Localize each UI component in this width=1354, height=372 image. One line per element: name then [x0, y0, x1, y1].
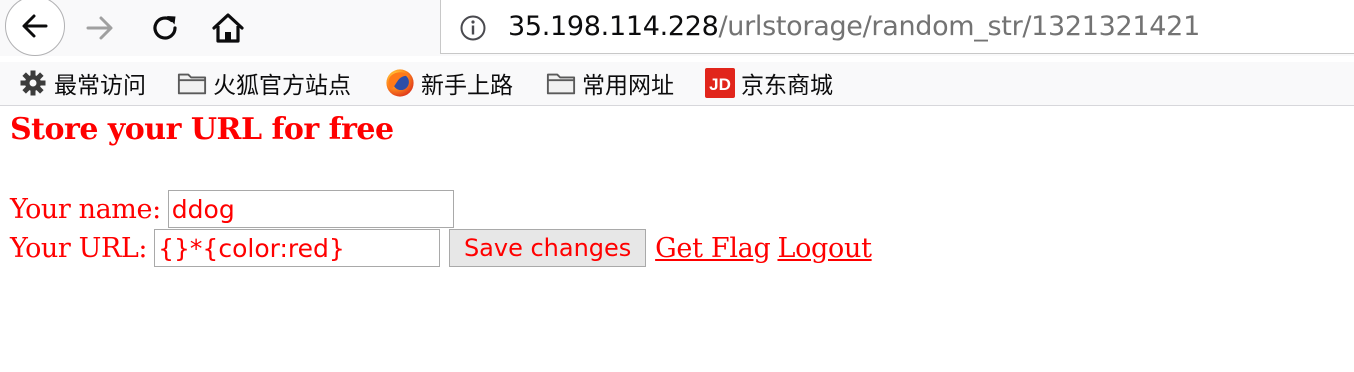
logout-link[interactable]: Logout	[777, 233, 871, 264]
bookmark-getting-started[interactable]: 新手上路	[385, 66, 513, 100]
home-icon	[212, 13, 244, 43]
name-label: Your name:	[10, 193, 161, 225]
name-input[interactable]	[167, 190, 454, 228]
url-host: 35.198.114.228	[508, 11, 719, 42]
bookmark-label: 火狐官方站点	[213, 73, 351, 99]
firefox-icon	[385, 68, 415, 98]
back-button[interactable]	[4, 0, 66, 56]
folder-icon	[177, 68, 207, 98]
url-path: /urlstorage/random_str/1321321421	[718, 11, 1201, 42]
url-label: Your URL:	[10, 232, 148, 264]
url-input[interactable]	[154, 229, 441, 267]
jd-icon: JD	[705, 68, 735, 98]
gear-icon	[18, 68, 48, 98]
page-content: Store your URL for free Your name: Your …	[0, 106, 1354, 372]
forward-arrow-icon	[86, 16, 113, 40]
bookmark-label: 常用网址	[582, 73, 674, 99]
reload-button[interactable]	[145, 8, 185, 48]
forward-button[interactable]	[80, 8, 120, 48]
bookmark-most-visited[interactable]: 最常访问	[18, 66, 146, 100]
get-flag-link[interactable]: Get Flag	[655, 233, 771, 264]
reload-icon	[153, 16, 177, 40]
bookmark-jd-mall[interactable]: JD 京东商城	[705, 66, 833, 100]
bookmark-label: 京东商城	[741, 73, 833, 99]
url-row: Your URL: Save changes Get Flag Logout	[10, 228, 872, 268]
info-icon[interactable]	[459, 14, 487, 42]
bookmark-label: 最常访问	[54, 73, 146, 99]
home-button[interactable]	[208, 8, 248, 48]
bookmarks-bar: 最常访问 火狐官方站点 新手上路 常用网址 JD 京东商城	[0, 62, 1354, 106]
browser-toolbar: 35.198.114.228/urlstorage/random_str/132…	[0, 0, 1354, 56]
back-arrow-icon	[22, 14, 48, 38]
svg-text:JD: JD	[709, 75, 731, 94]
name-row: Your name:	[10, 189, 454, 229]
url-bar[interactable]: 35.198.114.228/urlstorage/random_str/132…	[440, 0, 1354, 54]
bookmark-label: 新手上路	[421, 73, 513, 99]
bookmark-firefox-official[interactable]: 火狐官方站点	[177, 66, 351, 100]
folder-icon	[546, 68, 576, 98]
bookmark-common-sites[interactable]: 常用网址	[546, 66, 674, 100]
save-changes-button[interactable]: Save changes	[449, 229, 647, 267]
back-button-circle	[5, 0, 65, 56]
url-text[interactable]: 35.198.114.228/urlstorage/random_str/132…	[508, 10, 1200, 44]
page-title: Store your URL for free	[10, 112, 394, 147]
